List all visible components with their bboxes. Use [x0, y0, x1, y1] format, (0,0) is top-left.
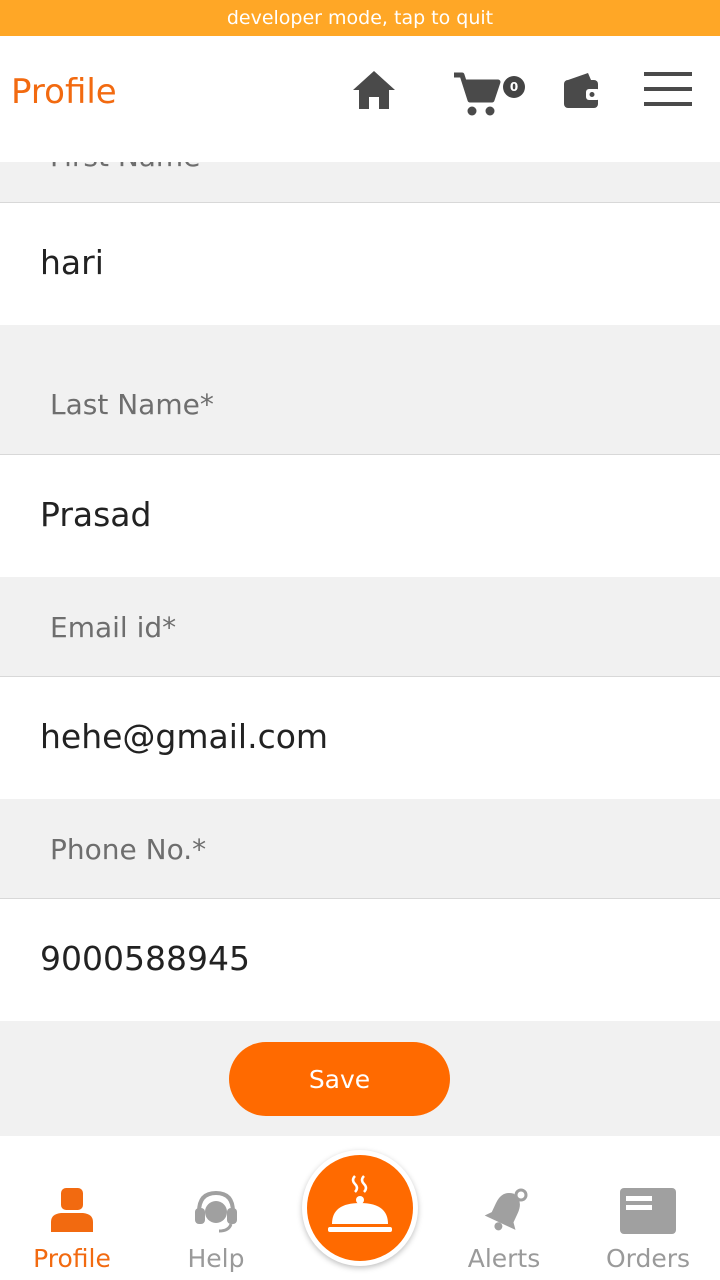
nav-orders[interactable]: Orders	[576, 1136, 720, 1280]
first-name-label-band: First Name	[0, 162, 720, 202]
page-title: Profile	[11, 72, 117, 112]
email-value: hehe@gmail.com	[40, 717, 329, 756]
bell-icon	[484, 1188, 528, 1231]
email-field[interactable]: hehe@gmail.com	[0, 676, 720, 799]
nav-profile[interactable]: Profile	[0, 1136, 144, 1280]
last-name-field[interactable]: Prasad	[0, 454, 720, 577]
first-name-value: hari	[40, 243, 104, 282]
save-button[interactable]: Save	[229, 1042, 450, 1116]
email-label: Email id*	[50, 611, 177, 644]
nav-alerts[interactable]: Alerts	[432, 1136, 576, 1280]
profile-form[interactable]: First Name hari Last Name* Prasad Email …	[0, 162, 720, 1136]
phone-label-band: Phone No.*	[0, 800, 720, 898]
phone-label: Phone No.*	[50, 833, 207, 866]
developer-mode-text: developer mode, tap to quit	[226, 7, 494, 29]
phone-value: 9000588945	[40, 939, 250, 978]
cart-icon[interactable]	[452, 70, 502, 118]
cloche-icon	[328, 1175, 392, 1232]
phone-field[interactable]: 9000588945	[0, 898, 720, 1021]
headset-icon	[195, 1190, 237, 1233]
last-name-value: Prasad	[40, 495, 152, 534]
orders-icon	[620, 1188, 676, 1234]
first-name-label: First Name	[50, 162, 200, 173]
profile-icon	[51, 1188, 93, 1232]
nav-help[interactable]: Help	[144, 1136, 288, 1280]
last-name-label: Last Name*	[50, 388, 214, 421]
wallet-icon[interactable]	[562, 72, 602, 110]
order-food-button[interactable]	[302, 1150, 418, 1266]
nav-help-label: Help	[187, 1244, 245, 1273]
email-label-band: Email id*	[0, 578, 720, 676]
nav-orders-label: Orders	[605, 1244, 691, 1273]
last-name-label-band: Last Name*	[0, 326, 720, 454]
home-icon[interactable]	[352, 68, 396, 112]
first-name-field[interactable]: hari	[0, 202, 720, 325]
app-header: Profile 0	[0, 36, 720, 162]
developer-mode-bar[interactable]: developer mode, tap to quit	[0, 0, 720, 36]
nav-alerts-label: Alerts	[467, 1244, 541, 1273]
nav-profile-label: Profile	[33, 1244, 111, 1273]
cart-count-badge: 0	[503, 76, 525, 98]
menu-icon[interactable]	[644, 72, 692, 106]
